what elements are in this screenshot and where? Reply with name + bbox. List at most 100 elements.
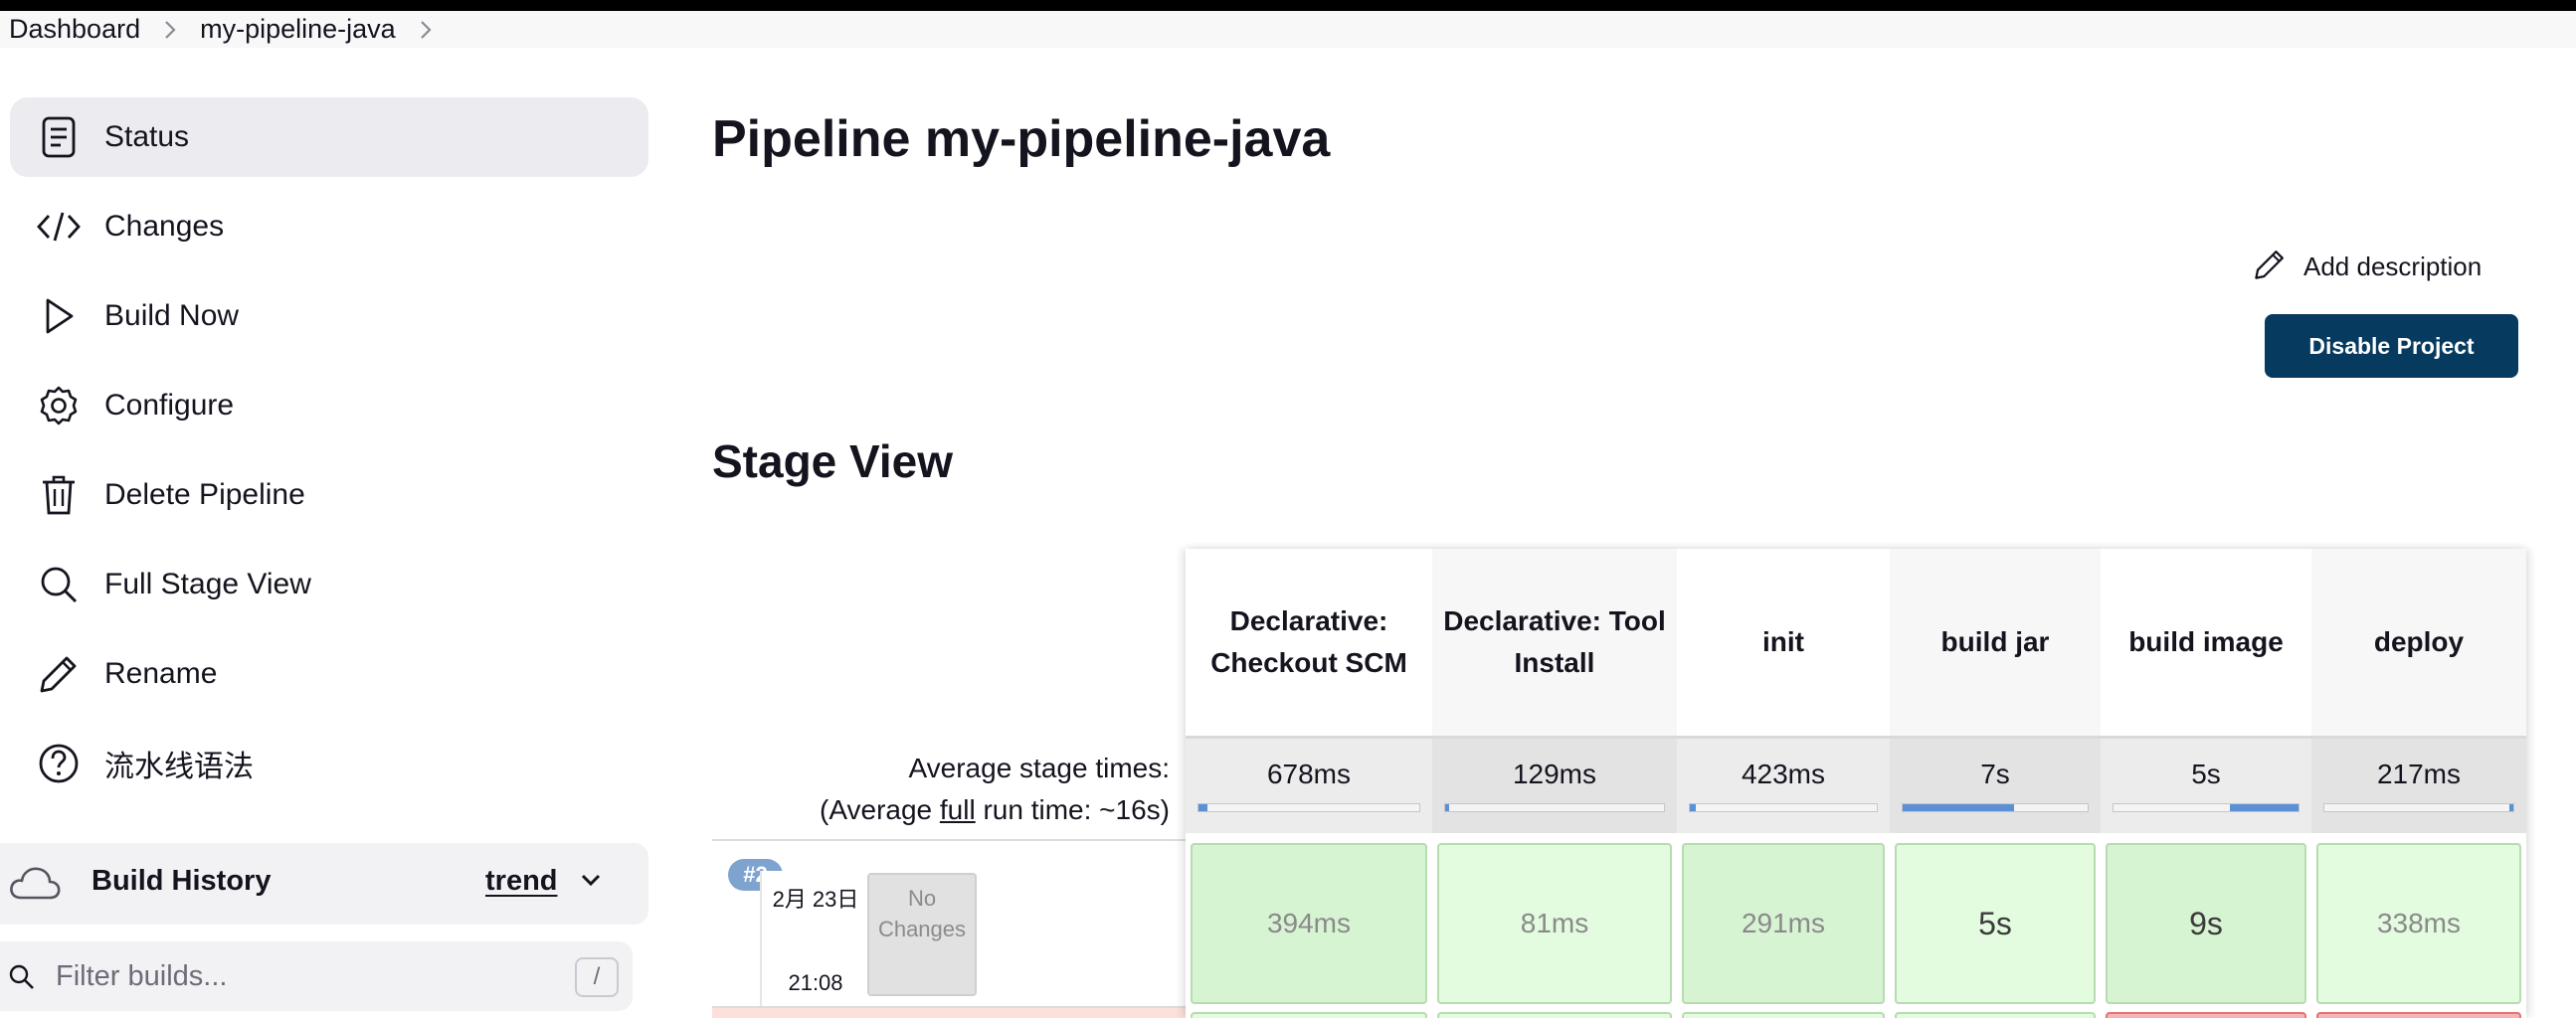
stage-average-cell: 129ms	[1432, 736, 1677, 833]
build-history-title: Build History	[92, 865, 272, 897]
stage-header: deploy	[2311, 549, 2526, 736]
full-run-time-link[interactable]: full	[940, 794, 976, 825]
sidebar-item-label: 流水线语法	[104, 751, 254, 783]
search-icon	[36, 562, 82, 607]
stage-average-time: 129ms	[1512, 759, 1597, 789]
stage-average-cell: 217ms	[2311, 736, 2526, 833]
next-stage-cell[interactable]	[1191, 1012, 1427, 1018]
sidebar-item-build-now[interactable]: Build Now	[10, 276, 648, 356]
build-history-header: Build History trend	[0, 843, 648, 925]
stage-result-cell[interactable]: 291ms	[1682, 843, 1885, 1004]
stage-result-cell[interactable]: 9s	[2106, 843, 2306, 1004]
sidebar-item-label: Status	[104, 120, 190, 153]
trash-icon	[36, 472, 82, 518]
add-description-button[interactable]: Add description	[2254, 249, 2482, 285]
next-stage-cell[interactable]	[1895, 1012, 2096, 1018]
stage-header: build jar	[1890, 549, 2101, 736]
stage-average-cell: 423ms	[1677, 736, 1890, 833]
next-stage-cell-failed[interactable]	[2106, 1012, 2306, 1018]
code-icon	[36, 204, 82, 250]
stage-average-time: 423ms	[1741, 759, 1826, 789]
stage-average-cell: 5s	[2101, 736, 2311, 833]
breadcrumb-pipeline[interactable]: my-pipeline-java	[200, 14, 396, 45]
stage-header: Declarative: Tool Install	[1432, 549, 1677, 736]
build-date-text: 2月 23日	[772, 887, 859, 912]
pencil-icon	[36, 651, 82, 697]
stage-table: Declarative: Checkout SCM Declarative: T…	[1186, 549, 2526, 1018]
next-stage-cell-failed[interactable]	[2316, 1012, 2521, 1018]
stage-result-cell[interactable]: 5s	[1895, 843, 2096, 1004]
progress-fill	[1903, 804, 2014, 811]
breadcrumb-dashboard[interactable]: Dashboard	[9, 14, 140, 45]
stage-view-title: Stage View	[712, 435, 954, 487]
sidebar-item-changes[interactable]: Changes	[10, 187, 648, 266]
avg-label-line2: (Average full run time: ~16s)	[820, 789, 1170, 831]
stage-average-time: 7s	[1980, 759, 2010, 789]
disable-project-button[interactable]: Disable Project	[2265, 314, 2518, 378]
sidebar-item-full-stage-view[interactable]: Full Stage View	[10, 545, 648, 624]
stage-header: Declarative: Checkout SCM	[1210, 605, 1407, 678]
stage-header: build image	[2128, 626, 2284, 657]
cloud-icon	[8, 863, 62, 908]
stage-average-progress	[1197, 803, 1420, 812]
chevron-right-icon[interactable]	[396, 19, 456, 41]
stage-average-progress	[1444, 803, 1665, 812]
add-description-label: Add description	[2303, 252, 2483, 281]
sidebar-item-label: Configure	[104, 389, 235, 422]
stage-average-time: 5s	[2191, 759, 2221, 789]
stage-average-cell: 678ms	[1186, 736, 1432, 833]
search-icon	[8, 963, 36, 996]
stage-average-cell: 7s	[1890, 736, 2101, 833]
top-window-bar	[0, 0, 2576, 11]
sidebar-item-label: Rename	[104, 657, 218, 690]
filter-builds: /	[0, 941, 633, 1011]
average-stage-times-label: Average stage times: (Average full run t…	[820, 748, 1170, 831]
next-build-row[interactable]	[712, 1006, 1186, 1018]
changes-box[interactable]: No Changes	[867, 873, 977, 996]
chevron-right-icon[interactable]	[140, 19, 200, 41]
progress-fill	[2509, 804, 2513, 811]
pencil-icon	[2254, 249, 2286, 285]
avg-label-suffix: run time: ~16s)	[975, 794, 1170, 825]
avg-label-line1: Average stage times:	[908, 753, 1170, 783]
sidebar-item-label: Full Stage View	[104, 568, 311, 600]
help-icon	[36, 741, 82, 786]
chevron-down-icon[interactable]	[580, 873, 602, 892]
next-stage-cell[interactable]	[1437, 1012, 1672, 1018]
stage-average-time: 217ms	[2376, 759, 2462, 789]
stage-result-cell[interactable]: 394ms	[1191, 843, 1427, 1004]
progress-fill	[2230, 804, 2299, 811]
avg-label-prefix: (Average	[820, 794, 940, 825]
sidebar-item-label: Delete Pipeline	[104, 478, 305, 511]
stage-header: init	[1762, 626, 1804, 657]
stage-average-progress	[1902, 803, 2089, 812]
build-run-row[interactable]: #2 2月 23日 21:08 No Changes	[712, 839, 1186, 1008]
progress-fill	[1198, 804, 1207, 811]
build-time-text: 21:08	[788, 970, 843, 995]
breadcrumb: Dashboard my-pipeline-java	[0, 11, 2576, 48]
progress-fill	[1445, 804, 1450, 811]
stage-average-progress	[1689, 803, 1878, 812]
sidebar-item-label: Build Now	[104, 299, 240, 332]
filter-builds-input[interactable]	[56, 953, 533, 999]
stage-result-cell[interactable]: 81ms	[1437, 843, 1672, 1004]
sidebar-item-label: Changes	[104, 210, 225, 243]
sidebar-item-pipeline-syntax[interactable]: 流水线语法	[10, 724, 648, 803]
sidebar-item-status[interactable]: Status	[10, 97, 648, 177]
stage-result-cell[interactable]: 338ms	[2316, 843, 2521, 1004]
sidebar-item-configure[interactable]: Configure	[10, 366, 648, 445]
gear-icon	[36, 383, 82, 428]
progress-fill	[1690, 804, 1696, 811]
stage-average-progress	[2113, 803, 2300, 812]
trend-link[interactable]: trend	[485, 865, 558, 898]
keyboard-shortcut-hint: /	[575, 957, 619, 997]
stage-view: Average stage times: (Average full run t…	[712, 549, 2526, 1018]
sidebar-item-delete-pipeline[interactable]: Delete Pipeline	[10, 455, 648, 535]
document-icon	[36, 114, 82, 160]
next-stage-cell[interactable]	[1682, 1012, 1885, 1018]
stage-average-time: 678ms	[1266, 759, 1352, 789]
build-date: 2月 23日 21:08	[760, 871, 869, 1008]
play-icon	[36, 293, 82, 339]
stage-average-progress	[2323, 803, 2514, 812]
sidebar-item-rename[interactable]: Rename	[10, 634, 648, 714]
